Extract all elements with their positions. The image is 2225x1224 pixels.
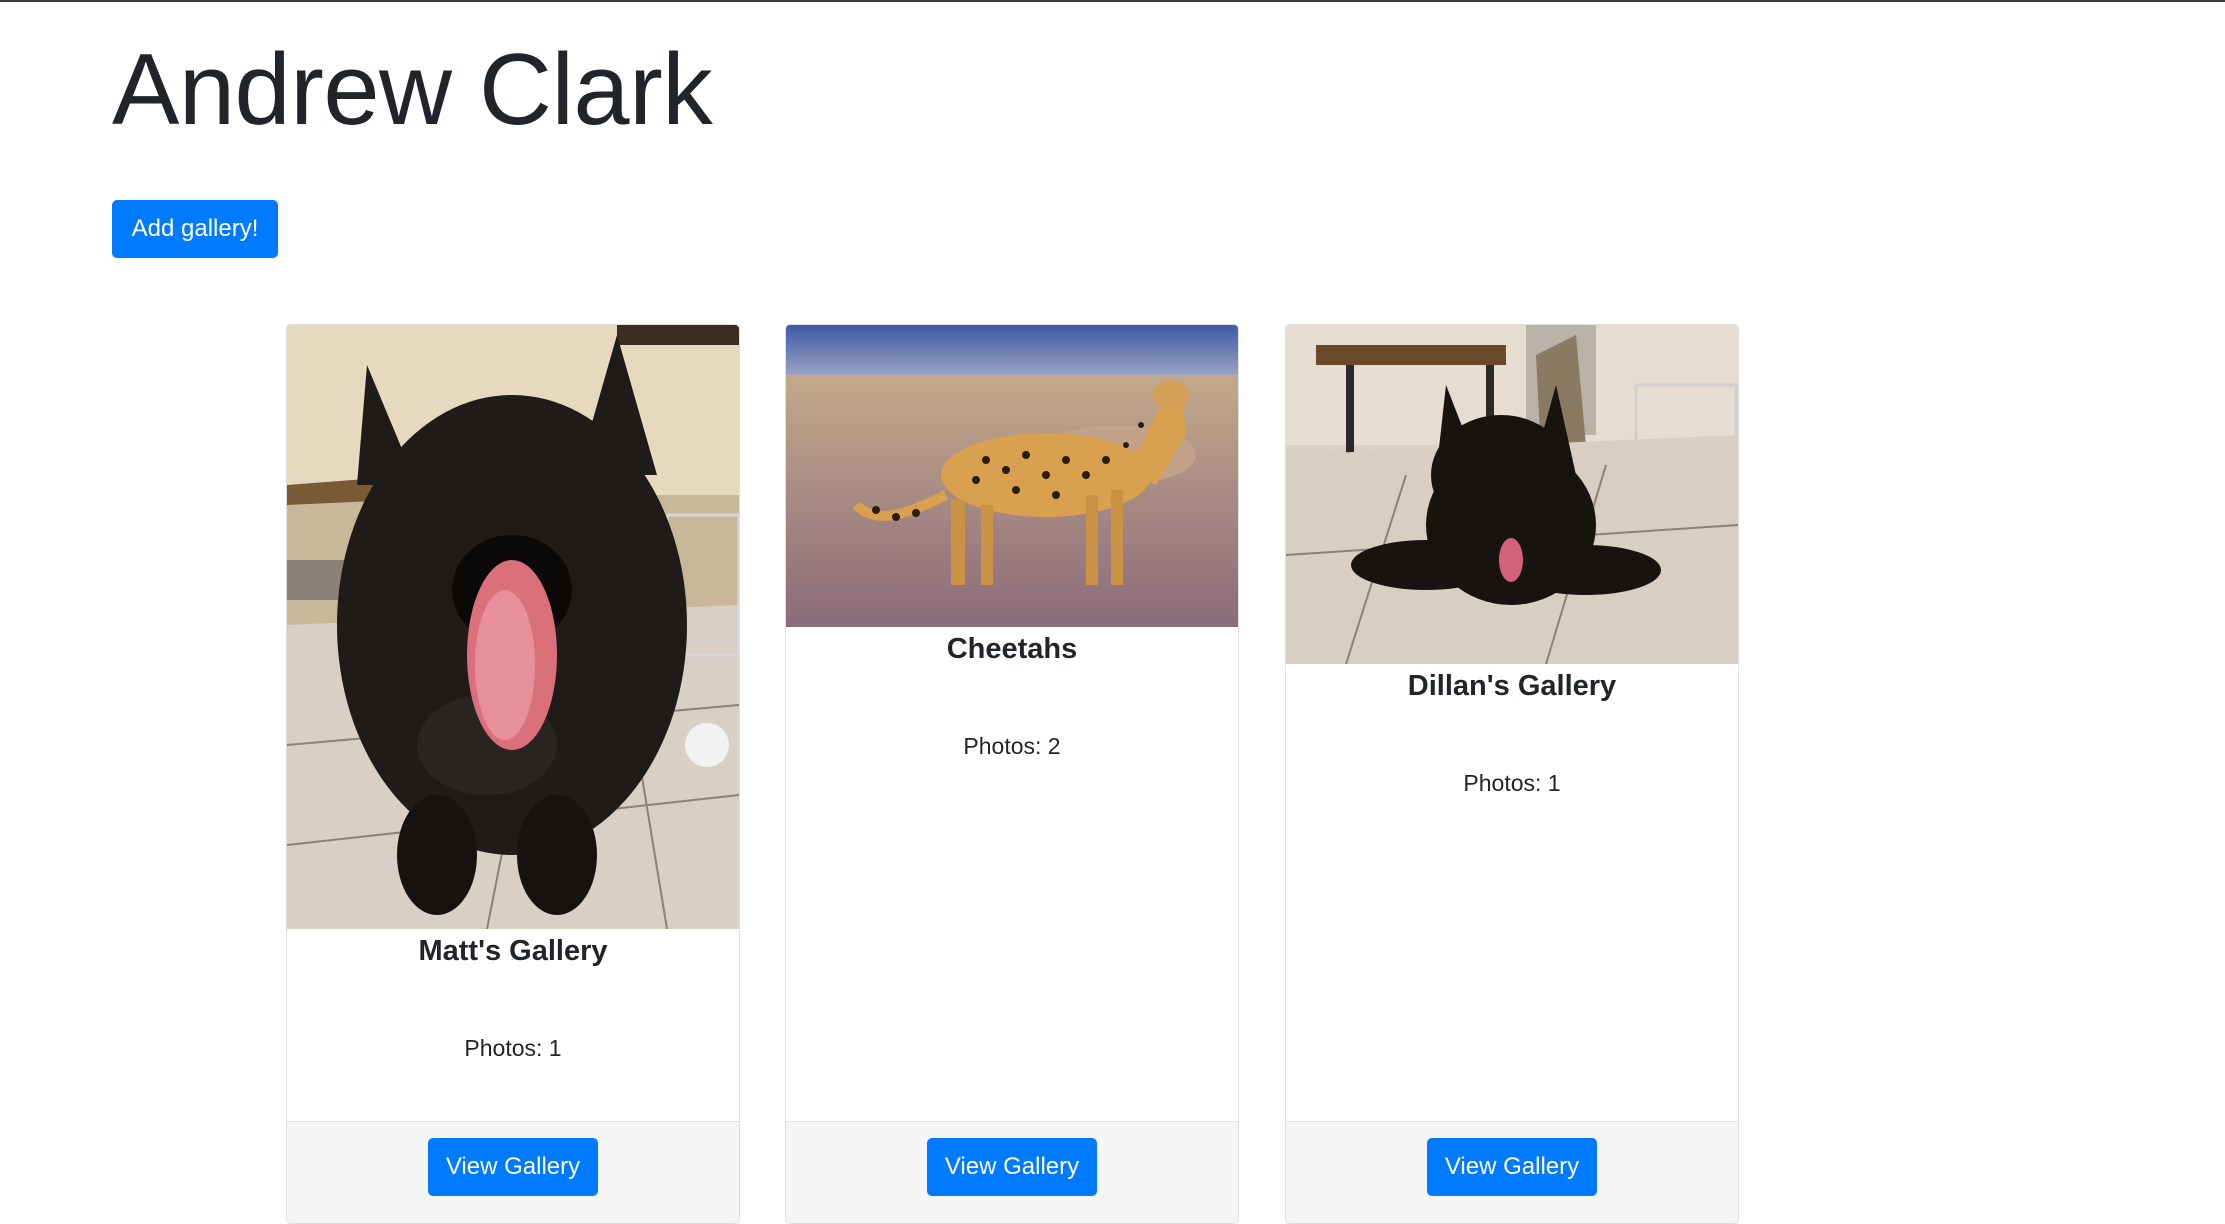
photo-count: Photos: 2 xyxy=(963,733,1061,759)
photo-count: Photos: 1 xyxy=(1463,770,1561,796)
gallery-card: Cheetahs Photos: 2 View Gallery xyxy=(785,324,1239,1224)
card-footer: View Gallery xyxy=(1286,1121,1738,1223)
gallery-name: Matt's Gallery xyxy=(418,935,608,967)
gallery-name: Dillan's Gallery xyxy=(1407,670,1617,702)
gallery-name: Cheetahs xyxy=(946,633,1078,665)
gallery-thumbnail[interactable] xyxy=(1286,325,1738,664)
gallery-card: Matt's Gallery Photos: 1 View Gallery xyxy=(286,324,740,1224)
card-footer: View Gallery xyxy=(287,1121,739,1223)
add-gallery-button[interactable]: Add gallery! xyxy=(112,200,278,258)
gallery-thumbnail[interactable] xyxy=(786,325,1238,627)
view-gallery-button[interactable]: View Gallery xyxy=(428,1138,598,1196)
photo-count: Photos: 1 xyxy=(464,1035,562,1061)
card-footer: View Gallery xyxy=(786,1121,1238,1223)
gallery-card: Dillan's Gallery Photos: 1 View Gallery xyxy=(1285,324,1739,1224)
page-title: Andrew Clark xyxy=(112,34,713,146)
view-gallery-button[interactable]: View Gallery xyxy=(927,1138,1097,1196)
view-gallery-button[interactable]: View Gallery xyxy=(1427,1138,1597,1196)
page: Andrew Clark Add gallery! Matt's Gallery… xyxy=(0,0,2225,1224)
gallery-thumbnail[interactable] xyxy=(287,325,739,929)
